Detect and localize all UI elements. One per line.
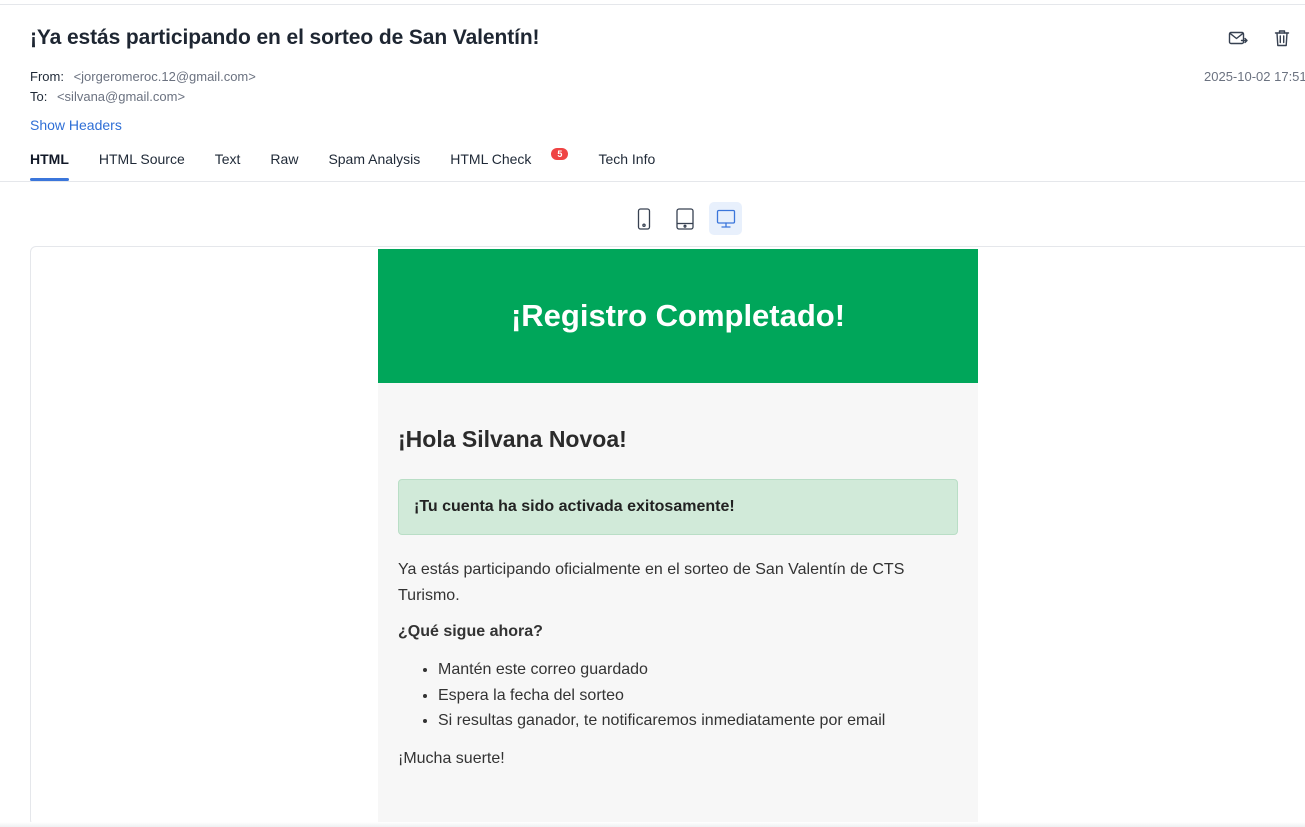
html-check-count-badge: 5 <box>551 148 569 160</box>
to-row: To: <silvana@gmail.com> <box>30 89 185 104</box>
tab-raw[interactable]: Raw <box>270 151 298 181</box>
forward-button[interactable] <box>1226 27 1250 49</box>
tab-html-check-label: HTML Check <box>450 151 532 167</box>
email-banner: ¡Registro Completado! <box>378 249 978 383</box>
email-subject: ¡Ya estás participando en el sorteo de S… <box>30 26 540 49</box>
message-date: 2025-10-02 17:51 <box>1204 69 1305 84</box>
mobile-view-button[interactable] <box>627 202 660 235</box>
tab-html[interactable]: HTML <box>30 151 69 181</box>
tabs-divider <box>0 181 1305 182</box>
next-steps-heading: ¿Qué sigue ahora? <box>398 623 543 640</box>
email-content: ¡Registro Completado! ¡Hola Silvana Novo… <box>378 249 978 825</box>
to-address: <silvana@gmail.com> <box>56 89 186 104</box>
phone-icon <box>637 207 650 230</box>
tablet-view-button[interactable] <box>668 202 701 235</box>
trash-icon <box>1274 30 1290 47</box>
tab-spam-analysis[interactable]: Spam Analysis <box>328 151 420 181</box>
to-label: To: <box>30 89 48 104</box>
show-headers-link[interactable]: Show Headers <box>30 117 122 133</box>
email-body: ¡Hola Silvana Novoa! ¡Tu cuenta ha sido … <box>378 383 978 768</box>
list-item: Espera la fecha del sorteo <box>438 683 958 709</box>
email-banner-title: ¡Registro Completado! <box>510 298 846 333</box>
tab-text[interactable]: Text <box>215 151 241 181</box>
from-address: <jorgeromeroc.12@gmail.com> <box>73 69 256 84</box>
top-divider <box>0 4 1305 5</box>
desktop-view-button[interactable] <box>709 202 742 235</box>
list-item: Si resultas ganador, te notificaremos in… <box>438 708 958 734</box>
tab-html-check[interactable]: HTML Check 5 <box>450 148 569 181</box>
list-item: Mantén este correo guardado <box>438 657 958 683</box>
bottom-edge <box>0 822 1305 827</box>
view-tabs: HTML HTML Source Text Raw Spam Analysis … <box>30 148 655 181</box>
delete-button[interactable] <box>1270 27 1294 49</box>
email-paragraph: Ya estás participando oficialmente en el… <box>398 561 905 604</box>
tab-html-source[interactable]: HTML Source <box>99 151 185 181</box>
next-steps-list: Mantén este correo guardado Espera la fe… <box>438 657 958 734</box>
from-row: From: <jorgeromeroc.12@gmail.com> <box>30 69 256 84</box>
desktop-icon <box>716 209 735 228</box>
email-closing: ¡Mucha suerte! <box>398 749 505 767</box>
mail-forward-icon <box>1228 31 1248 45</box>
tab-tech-info[interactable]: Tech Info <box>598 151 655 181</box>
tablet-icon <box>675 207 694 230</box>
success-alert: ¡Tu cuenta ha sido activada exitosamente… <box>398 479 958 535</box>
email-greeting: ¡Hola Silvana Novoa! <box>398 426 627 452</box>
device-toggle <box>627 202 742 235</box>
message-actions <box>1226 27 1294 49</box>
from-label: From: <box>30 69 64 84</box>
email-preview-frame: ¡Registro Completado! ¡Hola Silvana Novo… <box>30 246 1305 826</box>
